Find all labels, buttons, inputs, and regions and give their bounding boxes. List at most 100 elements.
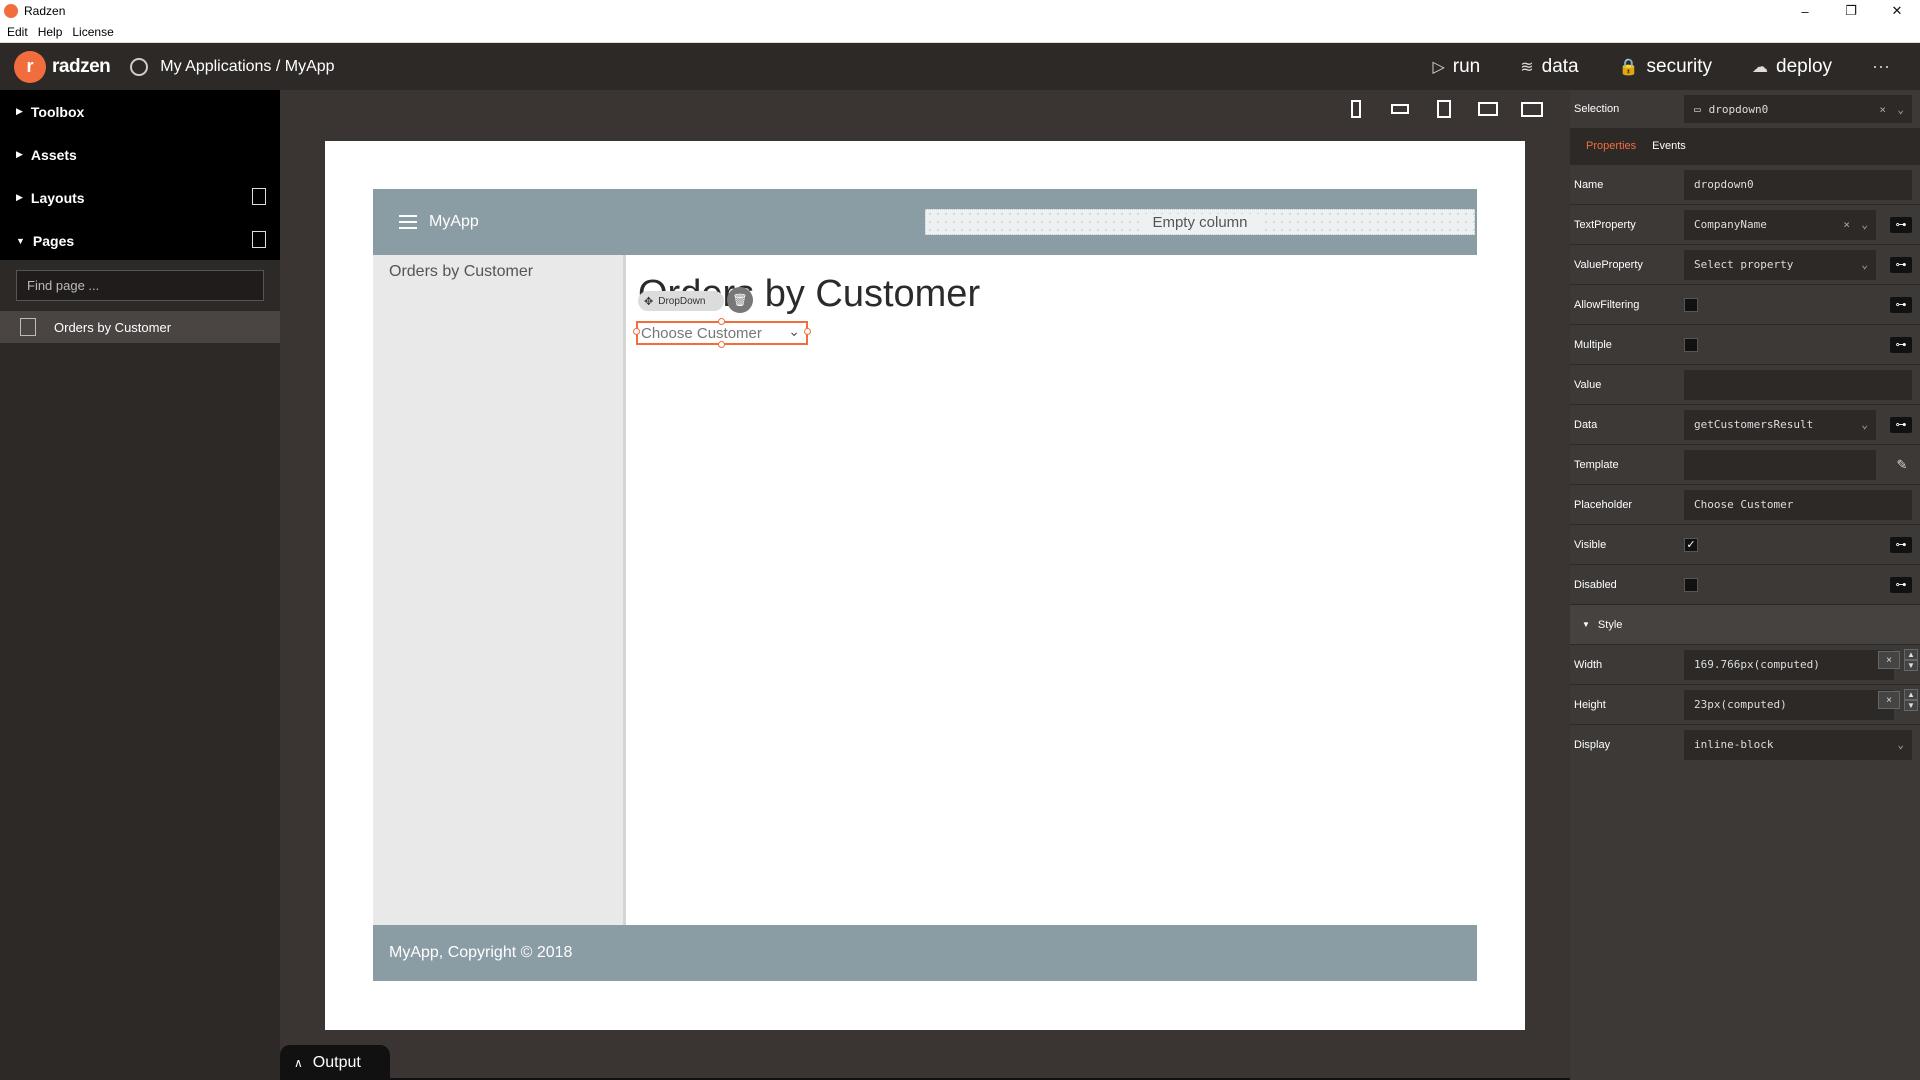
prop-label: Placeholder [1574, 498, 1633, 511]
prop-label: Visible [1574, 538, 1607, 551]
name-field[interactable]: dropdown0 [1684, 169, 1912, 200]
binding-icon[interactable]: ⊶ [1890, 576, 1912, 593]
lock-icon: 🔒 [1618, 58, 1639, 76]
desktop-icon[interactable] [1514, 96, 1550, 122]
style-label: Style [1597, 618, 1623, 631]
edit-icon[interactable]: ✎ [1892, 456, 1912, 474]
menu-edit[interactable]: Edit [7, 25, 28, 39]
radzen-logo-icon: r [14, 50, 46, 83]
tablet-portrait-icon[interactable] [1426, 96, 1462, 122]
close-button[interactable]: ✕ [1874, 0, 1920, 22]
resize-handle[interactable] [804, 328, 811, 335]
binding-icon[interactable]: ⊶ [1890, 216, 1912, 233]
prop-label: Value [1574, 378, 1602, 391]
binding-icon[interactable]: ⊶ [1890, 536, 1912, 553]
preview-app-sidebar[interactable]: Orders by Customer [373, 255, 626, 925]
empty-column-label: Empty column [1140, 213, 1260, 231]
page-item-orders-by-customer[interactable]: Orders by Customer [0, 311, 280, 343]
run-label: run [1452, 55, 1481, 77]
resize-handle[interactable] [718, 318, 725, 325]
data-button[interactable]: ≋ data [1520, 56, 1578, 78]
selection-dropdown[interactable]: ▭ dropdown0 × ⌄ [1684, 95, 1912, 123]
security-button[interactable]: 🔒 security [1619, 56, 1712, 78]
allowfiltering-checkbox[interactable] [1684, 297, 1698, 312]
tab-properties[interactable]: Properties [1586, 140, 1636, 152]
more-menu-icon[interactable]: ··· [1872, 56, 1890, 77]
delete-component-button[interactable]: 🗑 [727, 287, 753, 313]
width-field[interactable]: 169.766px(computed) [1684, 649, 1894, 680]
clear-width-button[interactable]: × [1878, 651, 1900, 669]
visible-checkbox[interactable]: ✓ [1684, 537, 1698, 552]
display-value: inline-block [1694, 738, 1774, 751]
prop-label: TextProperty [1574, 218, 1636, 231]
preview-app-footer[interactable]: MyApp, Copyright © 2018 [373, 925, 1477, 981]
prop-label: Name [1574, 178, 1604, 191]
height-stepper[interactable]: ▲ ▼ [1904, 689, 1918, 711]
clear-icon[interactable]: × [1843, 218, 1850, 231]
prop-data: Data getCustomersResult ⌄ ⊶ [1570, 404, 1920, 444]
value-field[interactable] [1684, 369, 1912, 400]
display-select[interactable]: inline-block ⌄ [1684, 729, 1912, 760]
preview-nav-link[interactable]: Orders by Customer [389, 263, 623, 281]
data-select[interactable]: getCustomersResult ⌄ [1684, 409, 1876, 440]
breadcrumb[interactable]: My Applications / MyApp [130, 57, 335, 76]
run-button[interactable]: ▷ run [1432, 56, 1480, 78]
property-tabs: Properties Events [1570, 128, 1920, 164]
deploy-label: deploy [1776, 55, 1833, 77]
width-value: 169.766px(computed) [1694, 658, 1820, 671]
resize-handle[interactable] [718, 341, 725, 348]
menu-help[interactable]: Help [38, 25, 63, 39]
sidebar-item-layouts[interactable]: ▶ Layouts [0, 176, 280, 219]
prop-visible: Visible ✓ ⊶ [1570, 524, 1920, 564]
breadcrumb-text: My Applications / MyApp [160, 57, 335, 75]
empty-column-dropzone[interactable]: Empty column [925, 209, 1475, 235]
radzen-app-icon [4, 4, 18, 18]
data-value: getCustomersResult [1694, 418, 1814, 431]
tab-events[interactable]: Events [1652, 140, 1686, 152]
textproperty-select[interactable]: CompanyName × ⌄ [1684, 209, 1876, 240]
resize-handle[interactable] [633, 328, 640, 335]
clear-height-button[interactable]: × [1878, 691, 1900, 709]
page-icon [20, 318, 36, 336]
radzen-logo[interactable]: r radzen [14, 50, 111, 83]
maximize-button[interactable]: ❐ [1828, 0, 1874, 22]
tablet-landscape-icon[interactable] [1470, 96, 1506, 122]
sidebar-item-assets[interactable]: ▶ Assets [0, 133, 280, 176]
page-item-label: Orders by Customer [54, 319, 172, 335]
menu-license[interactable]: License [72, 25, 113, 39]
height-field[interactable]: 23px(computed) [1684, 689, 1894, 720]
layers-icon: ≋ [1520, 58, 1534, 76]
template-field[interactable] [1684, 449, 1876, 480]
phone-landscape-icon[interactable] [1382, 96, 1418, 122]
style-section-header[interactable]: ▼ Style [1570, 604, 1920, 644]
binding-icon[interactable]: ⊶ [1890, 256, 1912, 273]
width-stepper[interactable]: ▲ ▼ [1904, 649, 1918, 671]
placeholder-field[interactable]: Choose Customer [1684, 489, 1912, 520]
binding-icon[interactable]: ⊶ [1890, 336, 1912, 353]
preview-app-content[interactable]: Orders by Customer ✥ DropDown 🗑 Choose C… [626, 255, 1477, 925]
sidebar-item-toolbox[interactable]: ▶ Toolbox [0, 90, 280, 133]
add-layout-icon[interactable] [252, 188, 266, 205]
find-page-input[interactable]: Find page ... [16, 270, 264, 301]
selected-dropdown[interactable]: Choose Customer ⌄ [633, 318, 811, 348]
height-value: 23px(computed) [1694, 698, 1787, 711]
valueproperty-value: Select property [1694, 258, 1794, 271]
binding-icon[interactable]: ⊶ [1890, 296, 1912, 313]
phone-portrait-icon[interactable] [1338, 96, 1374, 122]
hamburger-menu-icon[interactable] [399, 215, 417, 229]
clear-selection-icon[interactable]: × [1879, 103, 1886, 116]
left-sidebar: ▶ Toolbox ▶ Assets ▶ Layouts ▼ Pages Fin… [0, 90, 280, 1080]
multiple-checkbox[interactable] [1684, 337, 1698, 352]
add-page-icon[interactable] [252, 231, 266, 248]
binding-icon[interactable]: ⊶ [1890, 416, 1912, 433]
sidebar-item-pages[interactable]: ▼ Pages [0, 219, 280, 262]
prop-label: Data [1574, 418, 1598, 431]
disabled-checkbox[interactable] [1684, 577, 1698, 592]
chevron-down-icon: ⌄ [788, 323, 800, 339]
preview-app-header[interactable]: MyApp Empty column [373, 189, 1477, 255]
deploy-button[interactable]: ☁ deploy [1752, 56, 1832, 78]
output-panel-tab[interactable]: ∧ Output [280, 1045, 390, 1080]
valueproperty-select[interactable]: Select property ⌄ [1684, 249, 1876, 280]
component-badge[interactable]: ✥ DropDown [638, 291, 724, 311]
minimize-button[interactable]: – [1782, 0, 1828, 22]
